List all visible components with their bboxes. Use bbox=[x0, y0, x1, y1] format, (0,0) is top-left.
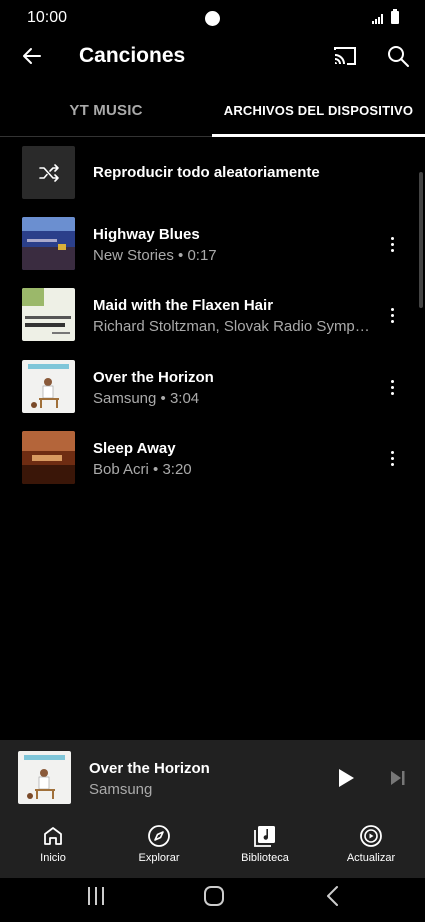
signal-icon bbox=[372, 14, 383, 24]
tab-bar: YT MUSIC ARCHIVOS DEL DISPOSITIVO bbox=[0, 84, 425, 137]
now-playing-title: Over the Horizon bbox=[89, 760, 210, 777]
song-subtitle: Samsung • 3:04 bbox=[93, 390, 200, 407]
now-playing-art bbox=[18, 751, 71, 804]
mini-player[interactable]: Over the Horizon Samsung bbox=[0, 740, 425, 816]
nav-label: Biblioteca bbox=[241, 852, 289, 864]
more-options-icon[interactable] bbox=[380, 303, 404, 327]
nav-label: Explorar bbox=[138, 852, 180, 864]
more-options-icon[interactable] bbox=[380, 446, 404, 470]
shuffle-icon bbox=[38, 163, 59, 182]
song-title: Over the Horizon bbox=[93, 369, 214, 386]
song-row[interactable]: Highway Blues New Stories • 0:17 bbox=[0, 217, 425, 287]
recent-apps-icon[interactable] bbox=[86, 886, 106, 906]
song-row[interactable]: Maid with the Flaxen Hair Richard Stoltz… bbox=[0, 288, 425, 358]
upgrade-icon bbox=[360, 825, 382, 847]
scrollbar[interactable] bbox=[419, 172, 423, 308]
now-playing-artist: Samsung bbox=[89, 781, 153, 798]
tab-yt-music[interactable]: YT MUSIC bbox=[0, 84, 212, 136]
more-options-icon[interactable] bbox=[380, 232, 404, 256]
camera-cutout bbox=[205, 11, 220, 26]
home-icon bbox=[44, 827, 62, 845]
skip-next-icon[interactable] bbox=[389, 769, 407, 787]
song-row[interactable]: Over the Horizon Samsung • 3:04 bbox=[0, 360, 425, 430]
more-options-icon[interactable] bbox=[380, 375, 404, 399]
song-subtitle: Bob Acri • 3:20 bbox=[93, 461, 192, 478]
song-row[interactable]: Sleep Away Bob Acri • 3:20 bbox=[0, 431, 425, 501]
nav-label: Actualizar bbox=[346, 852, 396, 864]
phone-screen: 10:00 Canciones YT MUSIC ARCHIVOS DEL DI… bbox=[0, 0, 425, 922]
tab-label: ARCHIVOS DEL DISPOSITIVO bbox=[223, 102, 414, 118]
nav-explore[interactable]: Explorar bbox=[114, 816, 204, 878]
status-time: 10:00 bbox=[27, 9, 68, 26]
bottom-nav: Inicio Explorar Biblioteca Actualizar bbox=[0, 816, 425, 878]
album-art-new-stories bbox=[22, 217, 75, 270]
compass-icon bbox=[148, 825, 170, 847]
nav-upgrade[interactable]: Actualizar bbox=[326, 816, 416, 878]
play-icon[interactable] bbox=[337, 768, 355, 788]
song-title: Maid with the Flaxen Hair bbox=[93, 297, 274, 314]
song-title: Highway Blues bbox=[93, 226, 200, 243]
status-bar: 10:00 bbox=[0, 0, 425, 36]
album-art-sleep-away bbox=[22, 431, 75, 484]
shuffle-tile bbox=[22, 146, 75, 199]
app-bar: Canciones bbox=[0, 36, 425, 78]
page-title: Canciones bbox=[79, 44, 186, 67]
nav-label: Inicio bbox=[40, 852, 66, 864]
search-icon[interactable] bbox=[386, 44, 410, 68]
shuffle-all-row[interactable]: Reproducir todo aleatoriamente bbox=[0, 146, 425, 216]
song-subtitle: New Stories • 0:17 bbox=[93, 247, 217, 264]
album-art-over-the-horizon bbox=[22, 360, 75, 413]
album-art-stoltzman bbox=[22, 288, 75, 341]
nav-home[interactable]: Inicio bbox=[8, 816, 98, 878]
song-subtitle: Richard Stoltzman, Slovak Radio Symp… bbox=[93, 318, 370, 335]
battery-icon bbox=[391, 9, 399, 24]
tab-label: YT MUSIC bbox=[69, 101, 143, 119]
system-nav-bar bbox=[0, 878, 425, 922]
shuffle-label: Reproducir todo aleatoriamente bbox=[93, 164, 320, 181]
nav-library[interactable]: Biblioteca bbox=[220, 816, 310, 878]
back-arrow-icon[interactable] bbox=[20, 44, 44, 68]
home-button-icon[interactable] bbox=[203, 885, 225, 907]
tab-indicator bbox=[212, 134, 425, 137]
tab-device-files[interactable]: ARCHIVOS DEL DISPOSITIVO bbox=[212, 84, 425, 137]
song-title: Sleep Away bbox=[93, 440, 176, 457]
system-back-icon[interactable] bbox=[325, 885, 341, 907]
library-icon bbox=[254, 826, 275, 847]
cast-icon[interactable] bbox=[332, 44, 358, 68]
